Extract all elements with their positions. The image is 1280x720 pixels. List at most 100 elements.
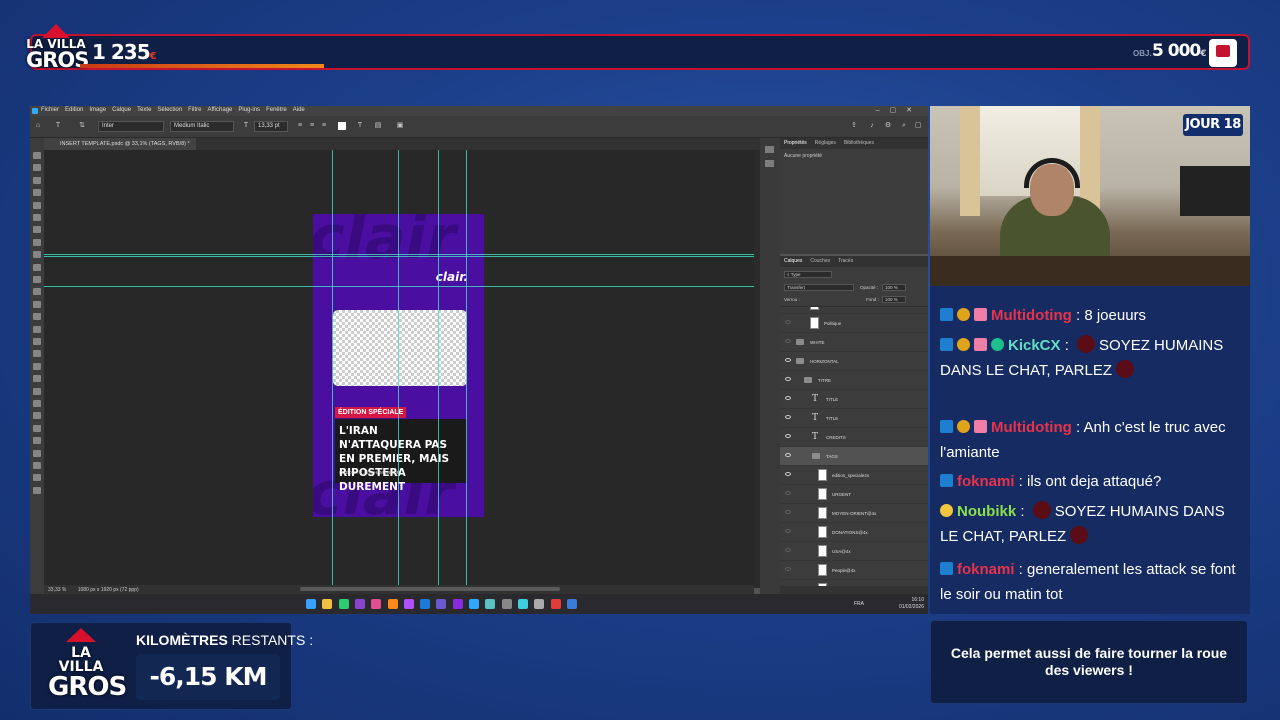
eye-icon[interactable] [785,453,791,457]
opacity-field[interactable]: 100 % [882,284,906,291]
ps-app-icon[interactable] [32,108,38,114]
ps-tool-icon[interactable] [33,201,41,209]
blend-mode-select[interactable]: Transfert [784,284,854,291]
ps-tool-icon[interactable] [33,325,41,333]
ps-tool-icon[interactable] [33,400,41,407]
warp-text-icon[interactable]: Ƭ [356,122,364,130]
panel-tab[interactable]: Réglages [815,140,836,146]
layer-row[interactable]: Politique [780,314,928,333]
layer-row[interactable]: MOYEN-ORIENT@4x [780,504,928,523]
guide-horizontal[interactable] [44,254,754,255]
text-tool-icon[interactable]: T [54,122,62,130]
layer-row[interactable]: WHITE [780,333,928,352]
font-family-select[interactable]: Inter [98,121,164,132]
eye-icon[interactable] [785,377,791,381]
align-right-icon[interactable]: ≡ [320,122,328,130]
ps-tool-icon[interactable] [33,474,41,482]
paragraph-panel-icon[interactable]: ▣ [396,122,404,130]
chat-username[interactable]: Multidoting [991,419,1072,436]
app-icon[interactable] [436,599,447,609]
layer-row[interactable]: T CREDITS [780,428,928,447]
menu-item[interactable]: Calque [112,107,131,113]
premiere-icon[interactable] [452,599,463,609]
file-explorer-icon[interactable] [322,599,333,609]
fill-field[interactable]: 100 % [882,296,906,303]
ps-tool-icon[interactable] [33,424,41,432]
eye-icon[interactable] [785,396,791,400]
panel-tab[interactable]: Couches [810,258,830,264]
guide-horizontal[interactable] [44,286,754,287]
ps-tool-icon[interactable] [33,288,41,296]
character-panel-icon[interactable]: ▤ [374,122,382,130]
app-icon[interactable] [485,599,496,609]
ps-tool-icon[interactable] [33,387,41,395]
menu-item[interactable]: Fichier [41,107,59,113]
layer-row[interactable]: URGENT [780,485,928,504]
eye-icon[interactable] [785,472,791,476]
ps-tool-icon[interactable] [33,189,41,197]
app-icon[interactable] [403,599,414,609]
ps-tool-icon[interactable] [33,449,41,457]
chat-username[interactable]: Noubikk [957,503,1016,520]
layer-row[interactable]: T TITLE [780,390,928,409]
ps-tool-icon[interactable] [33,214,41,221]
app-icon[interactable] [501,599,512,609]
menu-item[interactable]: Sélection [157,107,182,113]
ps-tool-icon[interactable] [33,176,41,184]
guide-vertical[interactable] [466,150,467,588]
ps-tool-icon[interactable] [33,362,41,370]
layer-row[interactable]: People@4x [780,561,928,580]
history-icon[interactable] [765,146,774,153]
share-icon[interactable]: ⇪ [850,122,858,130]
eye-icon[interactable] [785,548,791,552]
workspace-icon[interactable]: ▢ [914,122,922,130]
ps-tool-icon[interactable] [33,152,41,159]
ps-tool-icon[interactable] [33,276,41,283]
ps-tool-icon[interactable] [33,300,41,308]
ps-tool-icon[interactable] [33,251,41,259]
font-style-select[interactable]: Medium Italic [170,121,234,132]
ps-tool-icon[interactable] [33,338,41,345]
layer-filter-select[interactable]: ⌕ Type [784,271,832,278]
document-tab[interactable]: INSERT TEMPLATE.psdc @ 33,1% (TAGS, RVB/… [44,138,196,150]
obs-icon[interactable] [354,599,365,609]
canvas-area[interactable]: clair clair clair. ÉDITION SPÉCIALE L'IR… [44,150,754,588]
text-color-swatch[interactable] [338,122,346,130]
canvas-horizontal-scrollbar[interactable] [300,587,560,591]
font-size-select[interactable]: 13,33 pt [254,121,288,132]
menu-item[interactable]: Texte [137,107,151,113]
layer-row[interactable]: TITRE [780,371,928,390]
layer-row[interactable]: TAGS [780,447,928,466]
ps-tool-icon[interactable] [33,226,41,234]
layer-row[interactable]: edition_speciale4x [780,466,928,485]
panel-tab[interactable]: Bibliothèques [844,140,874,146]
firefox-icon[interactable] [387,599,398,609]
browser-icon[interactable] [371,599,382,609]
ps-tool-icon[interactable] [33,375,41,383]
eye-icon[interactable] [785,339,791,343]
eye-icon[interactable] [785,529,791,533]
home-icon[interactable]: ⌂ [34,122,42,130]
layer-row[interactable]: HORIZONTAL [780,352,928,371]
menu-item[interactable]: Plug-ins [238,107,260,113]
guide-vertical[interactable] [438,150,439,588]
ps-tool-icon[interactable] [33,350,41,358]
eye-icon[interactable] [785,567,791,571]
settings-icon[interactable] [534,599,545,609]
eye-icon[interactable] [785,358,791,362]
eye-icon[interactable] [785,415,791,419]
panel-tab[interactable]: Calques [784,258,802,264]
layer-row[interactable]: economie [780,307,928,314]
eye-icon[interactable] [785,320,791,324]
comments-icon[interactable] [765,160,774,167]
zoom-level[interactable]: 33,33 % [48,587,66,593]
guide-vertical[interactable] [332,150,333,588]
orient-text-icon[interactable]: ⇅ [78,122,86,130]
eye-icon[interactable] [785,491,791,495]
layer-row[interactable]: DONATIONS@4x [780,523,928,542]
ps-tool-icon[interactable] [33,486,41,494]
ps-tool-icon[interactable] [33,412,41,420]
image-placeholder[interactable] [333,310,467,386]
app-icon[interactable] [420,599,431,609]
ps-tool-icon[interactable] [33,462,41,469]
